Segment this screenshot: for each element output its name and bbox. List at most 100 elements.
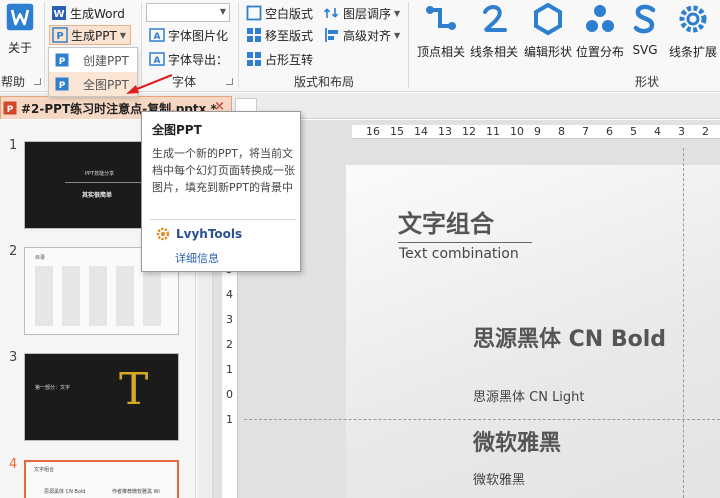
layer-order-label: 图层调序 (343, 6, 392, 21)
tooltip-title: 全图PPT (152, 123, 202, 137)
slide-title[interactable]: 文字组合 (398, 204, 494, 239)
chevron-down-icon: ▼ (119, 30, 126, 40)
ruler-tick-label: 1 (226, 363, 233, 376)
slide-thumbnail-3[interactable]: 第一部分：文字 T (24, 353, 179, 441)
vertex-related-button[interactable]: 顶点相关 (412, 2, 470, 60)
title-underline (398, 242, 532, 243)
edit-shape-label: 编辑形状 (523, 45, 572, 59)
horizontal-ruler: 16151413121110987654321 (352, 125, 720, 139)
ruler-tick-label: 2 (226, 338, 233, 351)
svg-text:P: P (59, 57, 66, 67)
slide-subtitle[interactable]: Text combination (399, 246, 519, 262)
ruler-tick-label: 9 (534, 125, 541, 138)
line-related-button[interactable]: 线条相关 (465, 2, 523, 60)
font-group-launcher[interactable] (226, 78, 233, 85)
ruler-tick-label: 4 (654, 125, 661, 138)
svg-label: SVG (632, 43, 658, 57)
font-image-icon: A (149, 28, 165, 42)
ppt-image-icon: P (55, 77, 69, 91)
annotation-arrow-icon (126, 73, 173, 94)
font-to-image-label: 字体图片化 (168, 28, 229, 43)
blank-layout-button[interactable]: 空白版式 (246, 3, 313, 23)
help-group-label: 帮助 (1, 75, 26, 89)
separator (408, 2, 409, 88)
about-label: 关于 (7, 41, 32, 55)
advanced-align-label: 高级对齐 (343, 28, 392, 43)
svg-text:A: A (154, 32, 161, 42)
svg-s-icon (633, 4, 656, 34)
blank-layout-label: 空白版式 (265, 6, 314, 21)
tooltip-plugin: LvyhTools (156, 227, 242, 241)
svg-button[interactable]: SVG (620, 2, 670, 57)
ruler-tick-label: 0 (226, 388, 233, 401)
font-to-image-button[interactable]: A 字体图片化 (149, 25, 228, 45)
slide1-subtitle: 其实很简单 (82, 192, 113, 199)
menu-item-create-ppt[interactable]: P 创建PPT (49, 48, 137, 72)
pptx-file-icon: P (3, 101, 17, 115)
slide4-title: 文字组合 (34, 467, 55, 473)
move-to-layout-button[interactable]: 移至版式 (246, 25, 313, 45)
word-icon: W (52, 6, 66, 20)
placeholder-swap-button[interactable]: 占形互转 (246, 49, 313, 69)
ruler-tick-label: 10 (510, 125, 524, 138)
generate-word-button[interactable]: W 生成Word (51, 3, 125, 23)
divider (65, 182, 149, 183)
slide2-grid (35, 266, 167, 326)
separator (44, 2, 45, 88)
ruler-tick-label: 14 (414, 125, 428, 138)
advanced-align-button[interactable]: 高级对齐 ▼ (324, 25, 400, 45)
svg-text:P: P (7, 105, 14, 115)
tooltip-body: 生成一个新的PPT，将当前文档中每个幻灯页面转换成一张图片，填充到新PPT的背景… (152, 147, 295, 194)
ruler-tick-label: 6 (606, 125, 613, 138)
vertex-related-label: 顶点相关 (416, 45, 465, 59)
ruler-tick-label: 3 (678, 125, 685, 138)
font-export-button[interactable]: A 字体导出： (149, 49, 228, 69)
chevron-down-icon: ▼ (394, 8, 401, 18)
generate-ppt-label: 生成PPT (71, 28, 117, 43)
about-button[interactable]: 关于 (0, 2, 40, 56)
move-layout-icon (247, 28, 261, 42)
slide-thumbnail-4[interactable]: 文字组合 思源黑体 CN Bold 作者推荐微软雅黑 Wi (24, 460, 179, 498)
layer-order-icon (324, 8, 339, 18)
ruler-tick-label: 16 (366, 125, 380, 138)
tooltip: 全图PPT 生成一个新的PPT，将当前文档中每个幻灯页面转换成一张图片，填充到新… (141, 111, 301, 272)
placeholder-swap-label: 占形互转 (265, 52, 314, 67)
generate-ppt-button[interactable]: P 生成PPT ▼ (49, 25, 131, 45)
ruler-tick-label: 13 (438, 125, 452, 138)
chevron-down-icon: ▼ (394, 30, 401, 40)
slide-text-1[interactable]: 思源黑体 CN Light (473, 386, 585, 405)
slide3-text: 第一部分：文字 (35, 385, 71, 391)
line-extend-label: 线条扩展 (668, 45, 717, 59)
slide-heading-1[interactable]: 思源黑体 CN Bold (473, 321, 666, 353)
slide4-text-a: 思源黑体 CN Bold (44, 489, 86, 495)
ppt-icon: P (52, 27, 68, 43)
line-extend-button[interactable]: 线条扩展 (666, 2, 720, 60)
edit-shape-button[interactable]: 编辑形状 (519, 2, 577, 60)
slide-text-2[interactable]: 微软雅黑 (473, 469, 525, 488)
layer-order-button[interactable]: 图层调序 ▼ (324, 3, 400, 23)
move-to-layout-label: 移至版式 (265, 28, 314, 43)
menu-item-create-ppt-label: 创建PPT (83, 53, 129, 68)
font-select[interactable]: ▼ (146, 3, 230, 22)
blank-layout-icon (246, 5, 262, 21)
tooltip-details-link[interactable]: 详细信息 (175, 250, 219, 266)
slide2-title: 目录 (35, 255, 46, 261)
ppt-icon: P (55, 53, 69, 67)
slide-number: 1 (9, 138, 18, 153)
ruler-tick-label: 3 (226, 313, 233, 326)
guide-line-vertical[interactable] (683, 148, 684, 498)
svg-text:A: A (154, 56, 161, 66)
svg-text:P: P (59, 81, 66, 91)
separator (238, 2, 239, 88)
svg-text:P: P (56, 31, 63, 42)
slide-heading-2[interactable]: 微软雅黑 (473, 425, 561, 457)
ruler-tick-label: 4 (226, 288, 233, 301)
ruler-tick-label: 11 (486, 125, 500, 138)
gear-ring-icon (679, 5, 707, 33)
line-related-label: 线条相关 (469, 45, 518, 59)
line-curve-icon (483, 5, 507, 32)
guide-line-horizontal[interactable] (244, 419, 720, 420)
help-group-launcher[interactable] (34, 78, 41, 85)
slide1-title: PPT技能分享 (85, 171, 115, 177)
chevron-down-icon: ▼ (219, 7, 226, 16)
